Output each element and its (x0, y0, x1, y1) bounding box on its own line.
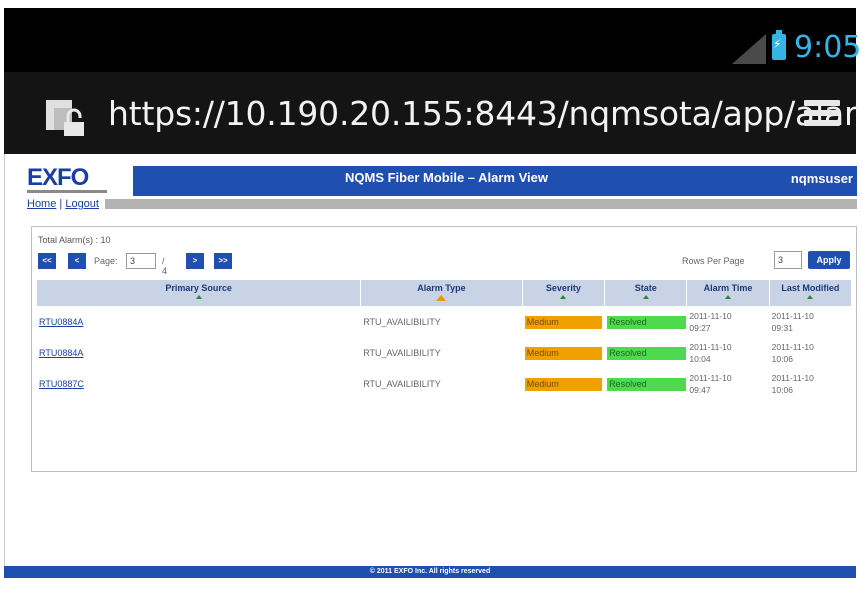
sort-icon (642, 295, 649, 299)
last-modified-cell: 2011-11-10 10:06 (771, 342, 814, 364)
next-page-button[interactable]: > (186, 253, 204, 269)
last-page-button[interactable]: >> (214, 253, 232, 269)
broken-lock-icon[interactable] (44, 98, 90, 138)
nav-separator: | (59, 198, 63, 210)
alarm-type-cell: RTU_AVAILIBILITY (363, 317, 441, 327)
page-title: NQMS Fiber Mobile – Alarm View (345, 170, 548, 185)
alarm-type-cell: RTU_AVAILIBILITY (363, 348, 441, 358)
status-clock: 9:05 (794, 30, 862, 65)
bottom-edge (4, 578, 856, 590)
state-badge: Resolved (607, 315, 687, 329)
status-bar: 9:05 (4, 8, 861, 72)
total-alarms: Total Alarm(s) : 10 (38, 235, 111, 245)
alarm-time-cell: 2011-11-10 09:27 (689, 311, 732, 333)
sort-icon (725, 295, 731, 299)
severity-badge: Medium (524, 315, 603, 329)
alarm-time-cell: 2011-11-10 09:47 (689, 373, 732, 395)
table-header-row: Primary Source Alarm Type Severity State… (37, 280, 851, 306)
primary-source-link[interactable]: RTU0887C (39, 379, 84, 389)
user-name: nqmsuser (790, 171, 853, 186)
signal-icon (732, 34, 766, 64)
column-header-state[interactable]: State (605, 280, 687, 306)
sort-icon (195, 295, 202, 299)
alarm-type-cell: RTU_AVAILIBILITY (363, 379, 441, 389)
last-modified-cell: 2011-11-10 09:31 (771, 311, 814, 333)
nav-divider-bar (105, 199, 857, 209)
battery-charging-icon (772, 30, 786, 60)
alarm-time-cell: 2011-11-10 10:04 (689, 342, 732, 364)
page-label: Page: (94, 256, 118, 266)
page-total: / 4 (162, 256, 168, 276)
column-header-primary-source[interactable]: Primary Source (37, 280, 361, 306)
primary-source-link[interactable]: RTU0884A (39, 317, 83, 327)
apply-button[interactable]: Apply (808, 251, 850, 269)
sort-icon (807, 295, 814, 299)
severity-badge: Medium (524, 346, 603, 360)
last-modified-cell: 2011-11-10 10:06 (771, 373, 814, 395)
copyright-text: © 2011 EXFO Inc. All rights reserved (369, 568, 491, 575)
column-header-alarm-time[interactable]: Alarm Time (687, 280, 769, 306)
rows-per-page-label: Rows Per Page (682, 256, 745, 266)
logo-tagline (27, 190, 107, 193)
logout-link[interactable]: Logout (65, 198, 99, 210)
alarm-table: Primary Source Alarm Type Severity State… (36, 279, 852, 400)
menu-icon[interactable] (804, 100, 840, 132)
browser-address-bar: https://10.190.20.155:8443/nqmsota/app/a… (4, 72, 858, 154)
primary-source-link[interactable]: RTU0884A (39, 348, 83, 358)
column-header-alarm-type[interactable]: Alarm Type (361, 280, 522, 306)
exfo-logo: EXFO (27, 164, 89, 191)
state-badge: Resolved (607, 377, 687, 391)
column-header-last-modified[interactable]: Last Modified (769, 280, 851, 306)
header-bar: NQMS Fiber Mobile – Alarm View nqmsuser (133, 166, 857, 196)
nav-links: Home | Logout (27, 198, 99, 210)
table-row[interactable]: RTU0887C RTU_AVAILIBILITY Medium Resolve… (37, 369, 851, 399)
severity-badge: Medium (524, 377, 603, 391)
sort-icon (560, 295, 567, 299)
sort-active-icon (436, 295, 447, 301)
prev-page-button[interactable]: < (68, 253, 86, 269)
rows-per-page-input[interactable]: 3 (774, 251, 802, 269)
first-page-button[interactable]: << (38, 253, 56, 269)
alarm-panel: Total Alarm(s) : 10 << < Page: 3 / 4 > >… (31, 226, 857, 472)
page-number-input[interactable]: 3 (126, 253, 156, 269)
home-link[interactable]: Home (27, 198, 56, 210)
table-row[interactable]: RTU0884A RTU_AVAILIBILITY Medium Resolve… (37, 338, 851, 368)
column-header-severity[interactable]: Severity (522, 280, 605, 306)
state-badge: Resolved (607, 346, 687, 360)
table-row[interactable]: RTU0884A RTU_AVAILIBILITY Medium Resolve… (37, 307, 851, 337)
url-text[interactable]: https://10.190.20.155:8443/nqmsota/app/a… (108, 94, 858, 133)
web-page: EXFO NQMS Fiber Mobile – Alarm View nqms… (4, 154, 857, 580)
footer-bar: © 2011 EXFO Inc. All rights reserved (4, 566, 856, 578)
